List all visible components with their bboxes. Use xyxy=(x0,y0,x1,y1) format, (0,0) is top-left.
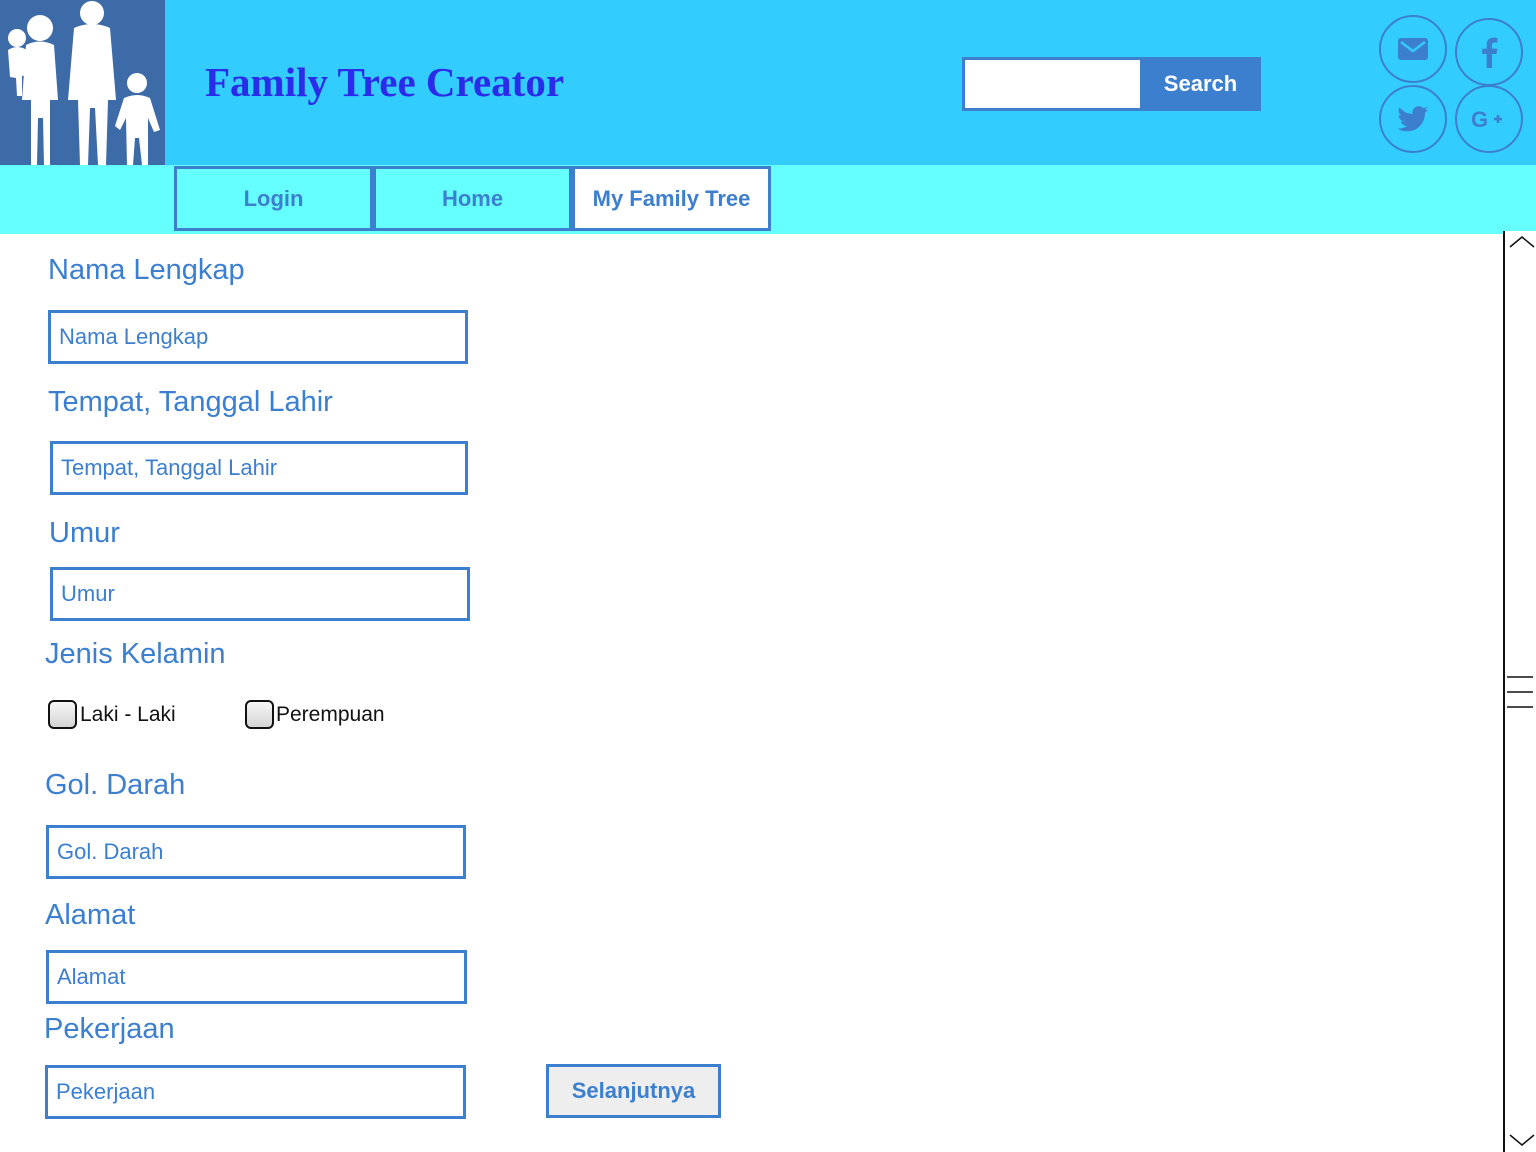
twitter-button[interactable] xyxy=(1379,85,1447,153)
perempuan-radio[interactable] xyxy=(245,700,274,729)
svg-text:G: G xyxy=(1471,107,1488,131)
nav-login-button[interactable]: Login xyxy=(174,166,373,231)
scroll-up-arrow-icon[interactable] xyxy=(1509,235,1535,249)
site-title: Family Tree Creator xyxy=(205,59,565,105)
search-button[interactable]: Search xyxy=(1140,57,1261,111)
umur-label: Umur xyxy=(49,517,120,549)
nama-label: Nama Lengkap xyxy=(48,254,245,286)
google-plus-icon: G xyxy=(1471,107,1502,131)
gol-darah-label: Gol. Darah xyxy=(45,769,186,801)
pekerjaan-label: Pekerjaan xyxy=(44,1013,175,1045)
logo[interactable] xyxy=(0,0,165,165)
gol-darah-input[interactable] xyxy=(46,825,466,879)
scroll-thumb-grip-icon[interactable] xyxy=(1507,675,1535,709)
perempuan-label: Perempuan xyxy=(276,703,385,726)
alamat-input[interactable] xyxy=(46,950,467,1004)
scroll-down-arrow-icon[interactable] xyxy=(1509,1133,1535,1147)
nama-input[interactable] xyxy=(48,310,468,364)
google-plus-button[interactable]: G xyxy=(1455,85,1523,153)
pekerjaan-input[interactable] xyxy=(45,1065,466,1119)
mail-icon xyxy=(1398,38,1428,60)
mail-button[interactable] xyxy=(1379,15,1447,83)
ttl-input[interactable] xyxy=(50,441,468,495)
facebook-icon xyxy=(1482,37,1498,68)
jenis-kelamin-label: Jenis Kelamin xyxy=(45,638,226,670)
facebook-button[interactable] xyxy=(1455,18,1523,86)
selanjutnya-button[interactable]: Selanjutnya xyxy=(546,1064,721,1118)
alamat-label: Alamat xyxy=(45,899,136,931)
family-silhouette-icon xyxy=(8,1,160,165)
search-input[interactable] xyxy=(962,57,1140,111)
laki-laki-radio[interactable] xyxy=(48,700,77,729)
twitter-icon xyxy=(1397,106,1428,132)
nav-my-family-tree-button[interactable]: My Family Tree xyxy=(572,166,771,231)
nav-home-button[interactable]: Home xyxy=(373,166,572,231)
header: Family Tree Creator Search G xyxy=(0,0,1536,165)
ttl-label: Tempat, Tanggal Lahir xyxy=(48,386,333,418)
laki-laki-label: Laki - Laki xyxy=(80,703,176,726)
umur-input[interactable] xyxy=(50,567,470,621)
scrollbar[interactable] xyxy=(1503,231,1536,1152)
